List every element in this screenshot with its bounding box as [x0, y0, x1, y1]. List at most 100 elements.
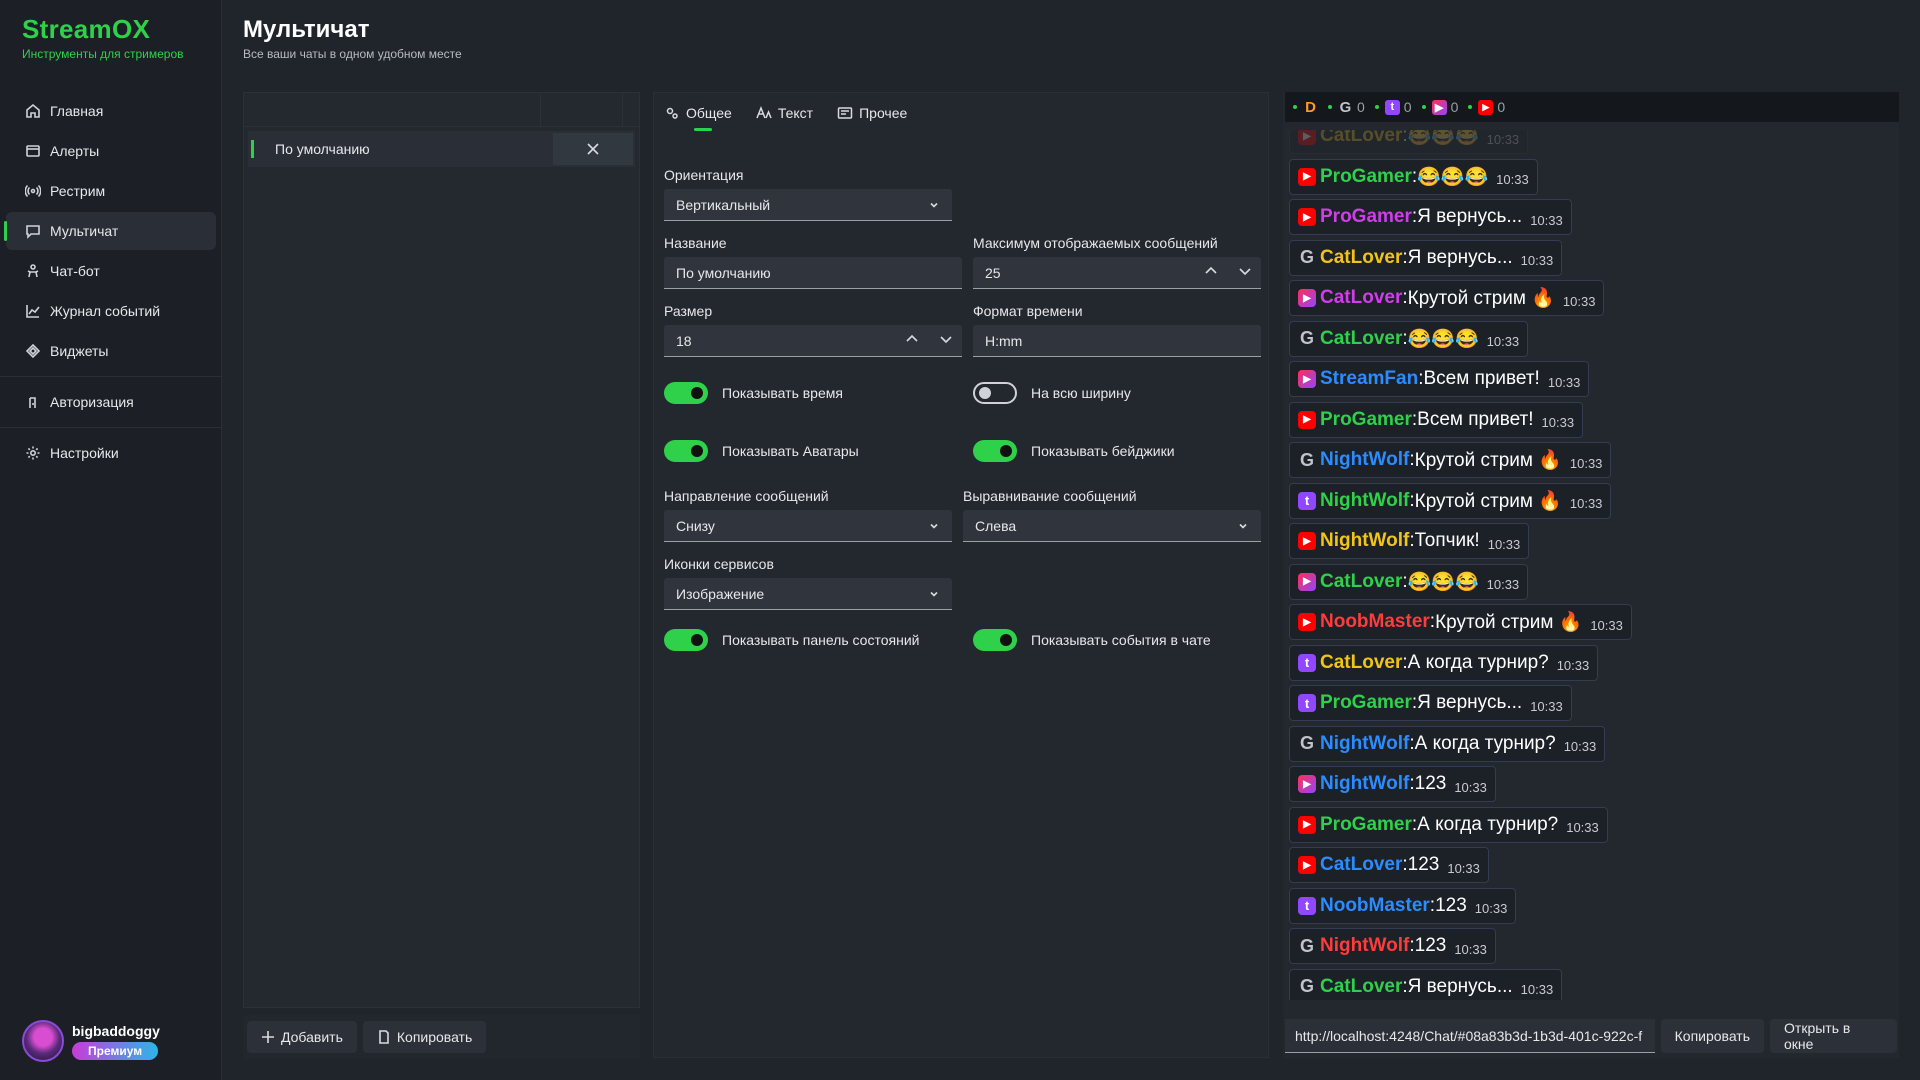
sidebar-item-multichat[interactable]: Мультичат [4, 212, 216, 250]
show-badges-row: Показывать бейджики [973, 440, 1175, 462]
user-name: bigbaddoggy [72, 1022, 160, 1039]
chat-message: ▶ CatLover: Крутой стрим 🔥 10:33 [1289, 280, 1605, 316]
chat-time: 10:33 [1454, 779, 1487, 795]
stepper-controls [1203, 263, 1253, 279]
chat-text: А когда турнир? [1417, 813, 1559, 835]
tab-text[interactable]: Текст [756, 105, 813, 131]
sidebar: StreamOX Инструменты для стримеров Главн… [0, 0, 222, 1080]
show-events-toggle[interactable] [973, 629, 1017, 651]
sidebar-item-label: Алерты [50, 143, 100, 159]
chat-message: G NightWolf: Крутой стрим 🔥 10:33 [1289, 442, 1612, 478]
preview-url-input[interactable]: http://localhost:4248/Chat/#08a83b3d-1b3… [1285, 1019, 1655, 1053]
chat-nick: ProGamer [1320, 165, 1412, 187]
chat-text: Крутой стрим 🔥 [1414, 450, 1562, 471]
chat-text: 123 [1407, 854, 1440, 875]
copy-preset-button[interactable]: Копировать [362, 1021, 487, 1053]
show-badges-toggle[interactable] [973, 440, 1017, 462]
avatar[interactable] [22, 1020, 64, 1062]
alignment-select[interactable]: Слева [963, 510, 1261, 542]
add-preset-button[interactable]: Добавить [247, 1021, 357, 1053]
chat-time: 10:33 [1530, 698, 1563, 714]
chat-text: Всем привет! [1423, 368, 1540, 389]
preset-item[interactable]: По умолчанию [248, 131, 635, 167]
chevron-up-icon[interactable] [904, 331, 920, 347]
show-status-panel-row: Показывать панель состояний [664, 629, 919, 651]
chat-nick: ProGamer [1320, 692, 1412, 713]
name-input[interactable]: По умолчанию [664, 257, 962, 289]
show-events-row: Показывать события в чате [973, 629, 1211, 651]
other-icon [837, 107, 853, 119]
chat-time: 10:33 [1486, 131, 1520, 147]
sidebar-item-label: Рестрим [50, 183, 106, 199]
direction-label: Направление сообщений [664, 488, 829, 504]
orientation-select[interactable]: Вертикальный [664, 189, 952, 221]
direction-select[interactable]: Снизу [664, 510, 952, 542]
status-vk: ▶ 0 [1421, 99, 1458, 115]
full-width-toggle[interactable] [973, 382, 1017, 404]
tab-other[interactable]: Прочее [837, 105, 907, 131]
sidebar-item-home[interactable]: Главная [6, 92, 216, 130]
presets-header-cell [541, 93, 623, 126]
chevron-down-icon[interactable] [1237, 263, 1253, 279]
chat-text: Я вернусь... [1407, 975, 1513, 997]
sidebar-item-events-log[interactable]: Журнал событий [6, 292, 216, 330]
twitch-icon: t [1384, 99, 1400, 115]
size-value: 18 [676, 332, 692, 349]
show-avatars-row: Показывать Аватары [664, 440, 859, 462]
show-status-panel-label: Показывать панель состояний [722, 632, 920, 648]
delete-preset-button[interactable] [553, 133, 633, 165]
chat-text: Я вернусь... [1407, 246, 1513, 268]
show-avatars-toggle[interactable] [664, 440, 708, 462]
show-time-toggle[interactable] [664, 382, 708, 404]
chat-preview: D G 0 t 0 ▶ 0 ▶ 0 ▶ CatLover: 😂😂😂 10:33 ▶ Pr… [1283, 92, 1899, 1058]
chat-nick: CatLover [1320, 287, 1403, 308]
copy-url-button[interactable]: Копировать [1660, 1019, 1765, 1053]
youtube-icon: ▶ [1298, 613, 1316, 631]
full-width-label: На всю ширину [1031, 385, 1131, 401]
sidebar-item-auth[interactable]: Авторизация [6, 383, 216, 421]
goodgame-icon: G [1299, 733, 1314, 753]
widgets-icon [24, 342, 42, 360]
youtube-icon: ▶ [1298, 572, 1316, 591]
sidebar-item-alerts[interactable]: Алерты [6, 132, 216, 170]
service-icons-select[interactable]: Изображение [664, 578, 952, 610]
youtube-icon: ▶ [1298, 532, 1316, 550]
tab-general[interactable]: Общее [664, 105, 732, 131]
chat-nick: NightWolf [1320, 732, 1410, 754]
chevron-up-icon[interactable] [1203, 263, 1219, 279]
presets-header [244, 93, 639, 127]
goodgame-count: 0 [1357, 99, 1365, 115]
goodgame-icon: G [1299, 328, 1314, 348]
chevron-down-icon [1237, 519, 1249, 531]
sidebar-item-label: Журнал событий [50, 303, 161, 319]
auth-icon [24, 393, 42, 411]
plus-icon [262, 1031, 274, 1043]
chat-message: ▶ ProGamer: Я вернусь... 10:33 [1289, 199, 1572, 235]
vk-live-icon: ▶ [1431, 99, 1447, 115]
size-stepper[interactable]: 18 [664, 325, 962, 357]
sidebar-item-settings[interactable]: Настройки [6, 434, 216, 472]
chat-nick: NightWolf [1320, 773, 1410, 794]
chat-message: t ProGamer: Я вернусь... 10:33 [1289, 685, 1572, 721]
open-window-button[interactable]: Открыть в окне [1770, 1019, 1897, 1053]
home-icon [24, 102, 42, 120]
max-messages-label: Максимум отображаемых сообщений [973, 235, 1218, 251]
chevron-down-icon[interactable] [938, 331, 954, 347]
time-format-value: H:mm [985, 332, 1023, 349]
chat-time: 10:33 [1566, 820, 1599, 835]
presets-actions: Добавить Копировать [243, 1015, 640, 1059]
sidebar-item-restream[interactable]: Рестрим [6, 172, 216, 210]
user-profile[interactable]: bigbaddoggy Премиум [22, 1020, 160, 1062]
goodgame-icon: G [1299, 976, 1314, 996]
chat-message: t CatLover: А когда турнир? 10:33 [1289, 644, 1599, 681]
max-messages-stepper[interactable]: 25 [973, 257, 1261, 289]
chat-nick: CatLover [1320, 651, 1403, 673]
chat-time: 10:33 [1590, 617, 1623, 633]
max-messages-value: 25 [985, 264, 1001, 281]
time-format-input[interactable]: H:mm [973, 325, 1261, 357]
show-status-panel-toggle[interactable] [664, 629, 708, 651]
orientation-value: Вертикальный [676, 196, 771, 213]
chat-time: 10:33 [1569, 455, 1603, 471]
sidebar-item-chatbot[interactable]: Чат-бот [6, 252, 216, 290]
sidebar-item-widgets[interactable]: Виджеты [6, 332, 216, 370]
